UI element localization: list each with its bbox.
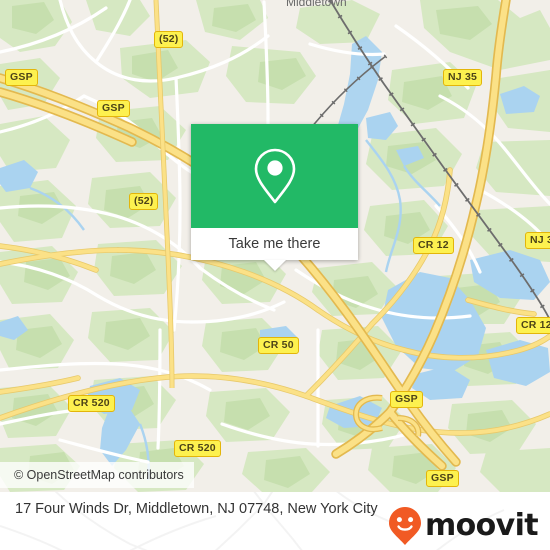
road-shield: GSP bbox=[5, 69, 38, 86]
card-pointer-tip bbox=[263, 260, 286, 271]
card-pin-wrap bbox=[191, 124, 358, 228]
osm-attribution[interactable]: © OpenStreetMap contributors bbox=[0, 462, 194, 488]
road-shield: CR 520 bbox=[174, 440, 221, 457]
road-shield: CR 12 bbox=[516, 317, 550, 334]
moovit-wordmark: moovit bbox=[424, 508, 539, 543]
road-shield: CR 50 bbox=[258, 337, 299, 354]
road-shield: GSP bbox=[390, 391, 423, 408]
place-label-middletown: Middletown bbox=[286, 0, 347, 9]
take-me-there-label: Take me there bbox=[228, 236, 321, 252]
take-me-there-button[interactable]: Take me there bbox=[191, 228, 358, 260]
map-canvas[interactable]: Middletown (52) GSP GSP NJ 35 (52) CR 12… bbox=[0, 0, 550, 492]
road-shield: GSP bbox=[97, 100, 130, 117]
road-shield: (52) bbox=[129, 193, 159, 210]
map-pin-icon bbox=[254, 148, 295, 204]
take-me-there-card[interactable]: Take me there bbox=[191, 124, 358, 271]
moovit-logo[interactable]: moovit bbox=[388, 506, 539, 546]
moovit-smiley-pin-icon bbox=[388, 507, 421, 545]
footer-bar: 17 Four Winds Dr, Middletown, NJ 07748, … bbox=[0, 492, 550, 550]
road-shield: GSP bbox=[426, 470, 459, 487]
footer-address: 17 Four Winds Dr, Middletown, NJ 07748, … bbox=[15, 501, 378, 517]
road-shield: NJ 35 bbox=[525, 232, 550, 249]
road-shield: CR 520 bbox=[68, 395, 115, 412]
road-shield: NJ 35 bbox=[443, 69, 483, 86]
road-shield: CR 12 bbox=[413, 237, 454, 254]
moovit-map-screenshot: Middletown (52) GSP GSP NJ 35 (52) CR 12… bbox=[0, 0, 550, 550]
road-shield: (52) bbox=[154, 31, 184, 48]
